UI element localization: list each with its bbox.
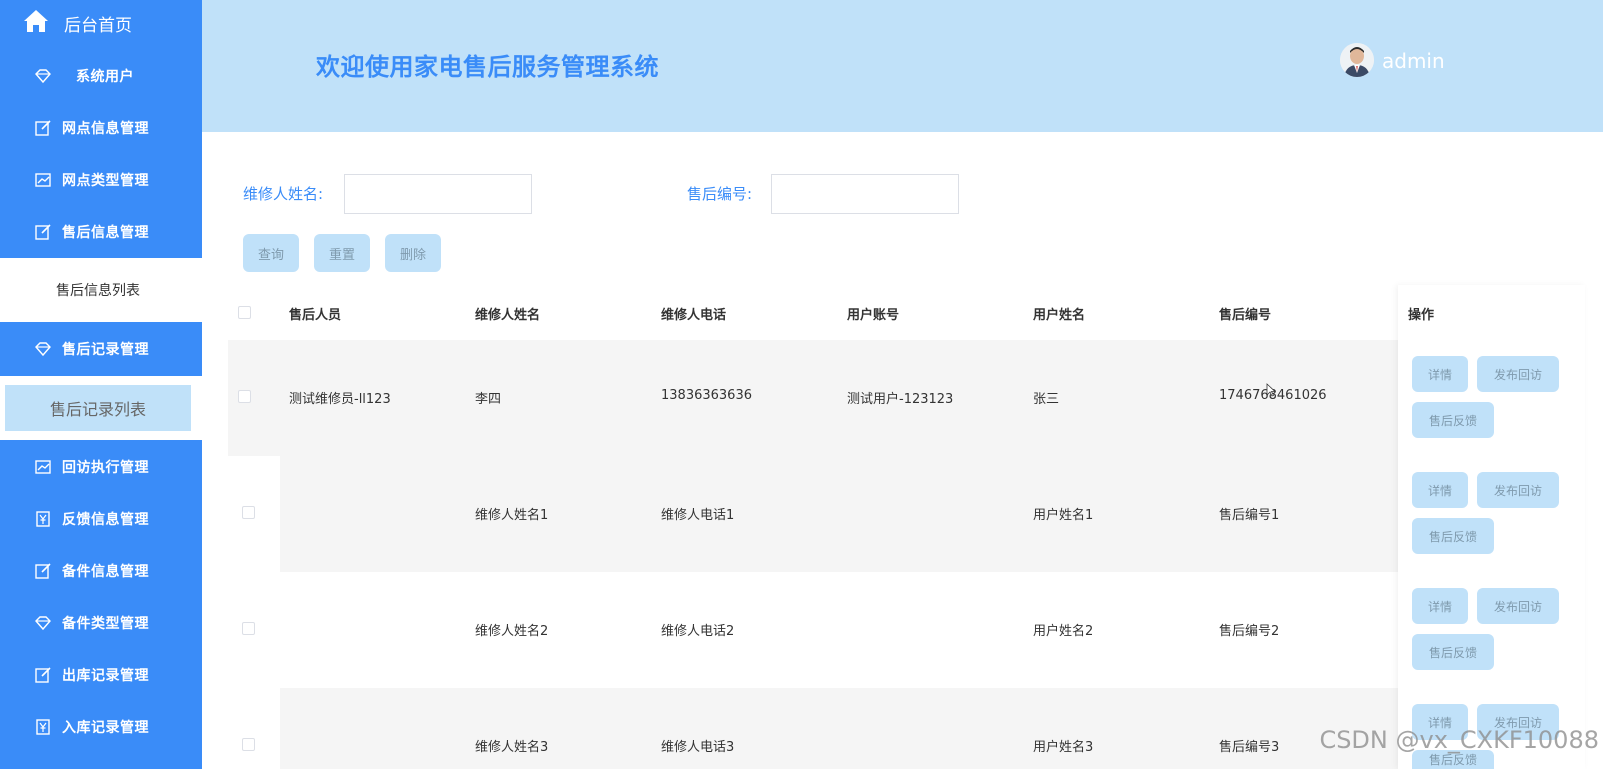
avatar[interactable] — [1340, 43, 1374, 77]
sidebar-item-system-users[interactable]: 系统用户 — [0, 50, 202, 102]
repairer-name-label: 维修人姓名: — [243, 185, 324, 203]
sidebar-item-label: 回访执行管理 — [62, 460, 149, 476]
cell-phone: 13836363636 — [661, 388, 752, 403]
row-checkbox[interactable] — [238, 390, 251, 403]
col-aftersale-no: 售后编号 — [1219, 308, 1272, 323]
aftersale-feedback-button[interactable]: 售后反馈 — [1412, 402, 1494, 438]
sidebar-item-outlet-info[interactable]: 网点信息管理 — [0, 102, 202, 154]
diamond-icon — [35, 616, 51, 631]
publish-revisit-button[interactable]: 发布回访 — [1477, 356, 1559, 392]
cell-repairer: 维修人姓名2 — [475, 624, 549, 639]
sidebar-item-label: 网点类型管理 — [62, 173, 149, 189]
home-icon — [24, 10, 48, 32]
col-phone: 维修人电话 — [661, 308, 727, 323]
chart-icon — [35, 460, 51, 474]
sidebar-item-label: 反馈信息管理 — [62, 512, 149, 528]
sidebar-item-label: 网点信息管理 — [62, 121, 149, 137]
detail-button[interactable]: 详情 — [1412, 472, 1468, 508]
cell-aftersale-no: 售后编号2 — [1219, 624, 1280, 639]
cell-repairer: 维修人姓名1 — [475, 508, 549, 523]
sidebar-item-label: 售后记录管理 — [62, 342, 149, 358]
col-repairer: 维修人姓名 — [475, 308, 541, 323]
sidebar-item-label: 出库记录管理 — [62, 668, 149, 684]
username-label[interactable]: admin — [1382, 49, 1445, 73]
yen-icon — [36, 511, 50, 527]
detail-button[interactable]: 详情 — [1412, 588, 1468, 624]
diamond-icon — [35, 69, 51, 84]
page-title: 欢迎使用家电售后服务管理系统 — [316, 53, 659, 81]
sidebar-home[interactable]: 后台首页 — [0, 0, 202, 44]
edit-icon — [35, 563, 51, 579]
edit-icon — [35, 120, 51, 136]
cell-phone: 维修人电话2 — [661, 624, 735, 639]
operations-column: 操作 详情 发布回访 售后反馈 详情 发布回访 售后反馈 详情 发布回访 售后反… — [1398, 285, 1585, 769]
row-checkbox[interactable] — [242, 738, 255, 751]
cell-username: 用户姓名1 — [1033, 508, 1094, 523]
sidebar-item-feedback[interactable]: 反馈信息管理 — [0, 493, 202, 545]
publish-revisit-button[interactable]: 发布回访 — [1477, 588, 1559, 624]
submenu-item-aftersale-info-list[interactable]: 售后信息列表 — [5, 267, 191, 313]
sidebar-item-aftersale-record[interactable]: 售后记录管理 — [0, 323, 202, 375]
submenu-aftersale-record: 售后记录列表 — [0, 376, 202, 440]
chart-icon — [35, 173, 51, 187]
sidebar-item-label: 系统用户 — [76, 69, 134, 85]
aftersale-feedback-button[interactable]: 售后反馈 — [1412, 518, 1494, 554]
sidebar-item-label: 入库记录管理 — [62, 720, 149, 736]
sidebar-item-label: 备件类型管理 — [62, 616, 149, 632]
sidebar-item-outlet-type[interactable]: 网点类型管理 — [0, 154, 202, 206]
sidebar-item-parts-info[interactable]: 备件信息管理 — [0, 545, 202, 597]
edit-icon — [35, 667, 51, 683]
cell-repairer: 李四 — [475, 392, 502, 407]
sidebar-item-label: 备件信息管理 — [62, 564, 149, 580]
sidebar-item-aftersale-info[interactable]: 售后信息管理 — [0, 206, 202, 258]
aftersale-feedback-button[interactable]: 售后反馈 — [1412, 634, 1494, 670]
reset-button[interactable]: 重置 — [314, 234, 370, 272]
yen-icon — [36, 719, 50, 735]
sidebar-home-label: 后台首页 — [64, 16, 132, 36]
cell-username: 张三 — [1033, 392, 1060, 407]
publish-revisit-button[interactable]: 发布回访 — [1477, 472, 1559, 508]
repairer-name-input[interactable] — [344, 174, 532, 214]
cell-aftersale-no: 售后编号3 — [1219, 740, 1280, 755]
sidebar-item-inbound[interactable]: 入库记录管理 — [0, 701, 202, 753]
mouse-cursor-icon — [1266, 383, 1276, 397]
query-button[interactable]: 查询 — [243, 234, 299, 272]
aftersale-no-label: 售后编号: — [687, 185, 753, 203]
col-account: 用户账号 — [847, 308, 900, 323]
cell-staff: 测试维修员-ll123 — [289, 392, 391, 407]
cell-username: 用户姓名3 — [1033, 740, 1094, 755]
sidebar-item-outbound[interactable]: 出库记录管理 — [0, 649, 202, 701]
header: 欢迎使用家电售后服务管理系统 admin — [202, 0, 1603, 132]
col-staff: 售后人员 — [289, 308, 342, 323]
table-row[interactable]: 测试维修员-ll123 李四 13836363636 测试用户-123123 张… — [228, 340, 1585, 456]
watermark: CSDN @vx_CXKF10088 — [1319, 726, 1599, 754]
table-header: 售后人员 维修人姓名 维修人电话 用户账号 用户姓名 售后编号 — [228, 285, 1585, 340]
row-checkbox[interactable] — [242, 506, 255, 519]
cell-repairer: 维修人姓名3 — [475, 740, 549, 755]
sidebar-item-revisit[interactable]: 回访执行管理 — [0, 441, 202, 493]
col-operations: 操作 — [1408, 308, 1435, 323]
cell-phone: 维修人电话3 — [661, 740, 735, 755]
cell-username: 用户姓名2 — [1033, 624, 1094, 639]
edit-icon — [35, 224, 51, 240]
submenu-item-aftersale-record-list[interactable]: 售后记录列表 — [5, 385, 191, 431]
row-checkbox[interactable] — [242, 622, 255, 635]
submenu-aftersale-info: 售后信息列表 — [0, 258, 202, 322]
table-row[interactable]: 维修人姓名1 维修人电话1 用户姓名1 售后编号1 — [228, 456, 1585, 572]
cell-phone: 维修人电话1 — [661, 508, 735, 523]
detail-button[interactable]: 详情 — [1412, 356, 1468, 392]
diamond-icon — [35, 342, 51, 357]
select-all-checkbox[interactable] — [238, 306, 251, 319]
cell-account: 测试用户-123123 — [847, 392, 954, 407]
sidebar-item-label: 售后信息管理 — [62, 225, 149, 241]
table-row[interactable]: 维修人姓名2 维修人电话2 用户姓名2 售后编号2 — [228, 572, 1585, 688]
cell-aftersale-no: 售后编号1 — [1219, 508, 1280, 523]
avatar-icon — [1340, 43, 1374, 77]
col-username: 用户姓名 — [1033, 308, 1086, 323]
delete-button[interactable]: 删除 — [385, 234, 441, 272]
sidebar-item-parts-type[interactable]: 备件类型管理 — [0, 597, 202, 649]
sidebar: 后台首页 系统用户 网点信息管理 网点类型管理 售后信息管理 售后信息列表 售后… — [0, 0, 202, 769]
aftersale-no-input[interactable] — [771, 174, 959, 214]
